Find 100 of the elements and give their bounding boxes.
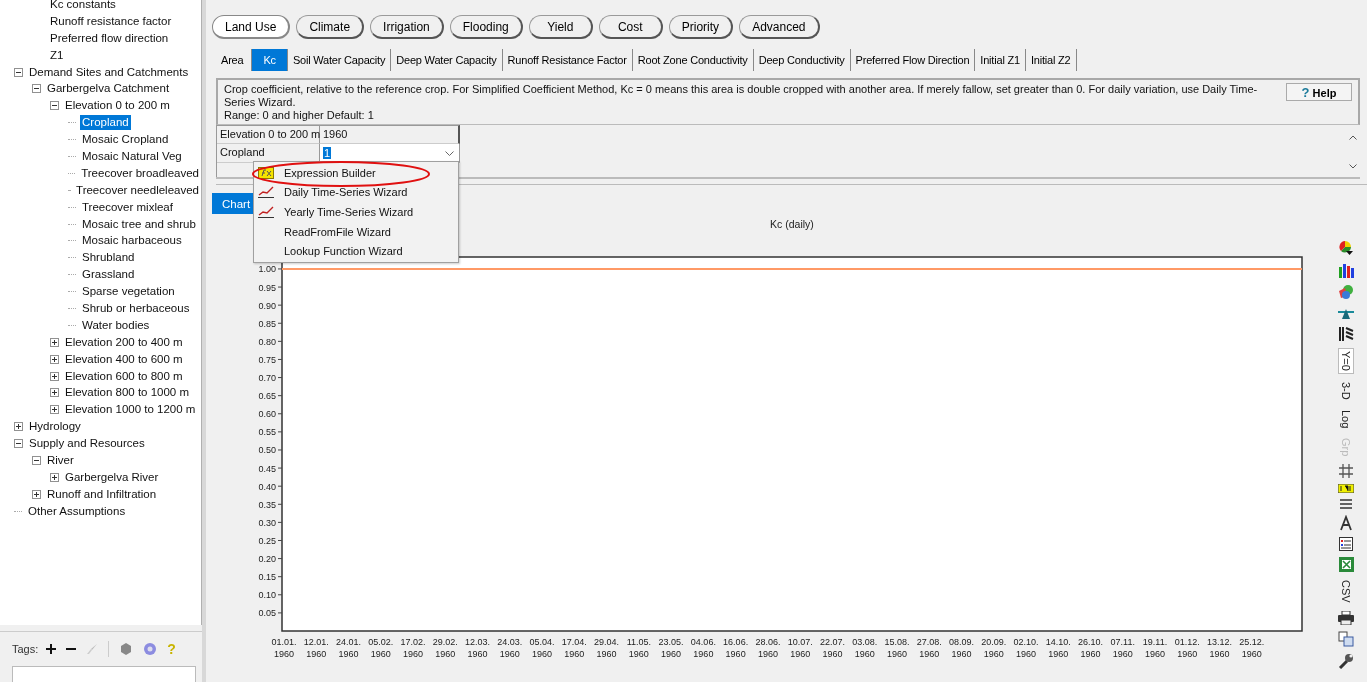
expander-icon[interactable] <box>32 489 41 499</box>
tree-item[interactable]: Runoff and Infiltration <box>45 486 159 502</box>
x-tick-label: 03.08. 1960 <box>852 637 878 659</box>
x-tick-label: 19.11. 1960 <box>1142 637 1168 659</box>
caret-icon[interactable] <box>445 150 454 156</box>
y-tick-label: 0.90 <box>258 300 276 311</box>
variable-tab[interactable]: Kc <box>252 49 288 71</box>
shapes-icon[interactable] <box>1338 284 1354 300</box>
variable-tab[interactable]: Initial Z1 <box>975 49 1026 71</box>
toolbar-toggle[interactable]: Log <box>1339 407 1353 430</box>
pie-chart-icon[interactable] <box>1338 240 1354 256</box>
tree-item[interactable]: Water bodies <box>80 317 152 333</box>
tree-item[interactable]: Mosaic Cropland <box>80 132 171 148</box>
x-tick-label: 05.02. 1960 <box>368 637 394 659</box>
variable-tab[interactable]: Runoff Resistance Factor <box>502 49 633 71</box>
x-tick-label: 01.01. 1960 <box>271 637 297 659</box>
bar-chart-icon[interactable] <box>1338 262 1354 278</box>
cube-icon[interactable] <box>119 642 134 656</box>
expander-icon[interactable] <box>50 354 59 364</box>
tags-field[interactable] <box>12 666 196 682</box>
tree-item[interactable]: Demand Sites and Catchments <box>27 64 191 80</box>
category-tab[interactable]: Climate <box>296 15 365 39</box>
tree-item[interactable]: Elevation 1000 to 1200 m <box>63 402 198 418</box>
menu-item[interactable]: Lookup Function Wizard <box>254 241 458 261</box>
expander-icon[interactable] <box>50 337 59 347</box>
toolbar-toggle[interactable]: Y=0 <box>1338 348 1354 374</box>
category-tab[interactable]: Cost <box>598 15 663 39</box>
tree-item[interactable]: Grassland <box>80 267 137 283</box>
variable-tab[interactable]: Deep Water Capacity <box>391 49 503 71</box>
scroll-up-icon[interactable] <box>1349 135 1357 140</box>
gear-icon[interactable] <box>143 642 158 656</box>
variable-tab[interactable]: Soil Water Capacity <box>287 49 392 71</box>
tree-item[interactable]: Z1 <box>48 47 66 63</box>
font-icon[interactable] <box>1338 515 1354 532</box>
category-tab[interactable]: Land Use <box>212 15 291 39</box>
printer-icon[interactable] <box>1338 610 1354 625</box>
menu-item[interactable]: ReadFromFile Wizard <box>254 221 458 242</box>
variable-tab[interactable]: Initial Z2 <box>1025 49 1077 71</box>
expander-icon[interactable] <box>50 472 59 482</box>
category-tab[interactable]: Advanced <box>739 15 820 39</box>
expander-icon[interactable] <box>50 405 59 415</box>
variable-tab[interactable]: Deep Conductivity <box>753 49 851 71</box>
expander-icon[interactable] <box>32 456 41 465</box>
tree-item[interactable]: Other Assumptions <box>26 503 128 519</box>
tree-item[interactable]: Runoff resistance factor <box>48 13 174 29</box>
expander-icon[interactable] <box>50 371 59 381</box>
category-tab[interactable]: Yield <box>528 15 593 39</box>
toolbar-toggle[interactable]: CSV <box>1339 578 1353 605</box>
tree-item[interactable]: Cropland <box>80 115 131 131</box>
tree-item[interactable]: Treecover broadleaved <box>79 165 201 181</box>
toolbar-toggle[interactable]: 3-D <box>1339 379 1353 402</box>
expander-icon[interactable] <box>50 388 59 398</box>
category-tab[interactable]: Flooding <box>449 15 523 39</box>
tree-item[interactable]: Elevation 200 to 400 m <box>63 334 185 350</box>
tree-item[interactable]: Supply and Resources <box>27 436 147 452</box>
scroll-down-icon[interactable] <box>1349 164 1357 169</box>
tree-item[interactable]: Elevation 400 to 600 m <box>63 351 185 367</box>
expander-icon[interactable] <box>14 67 23 77</box>
tree-item[interactable]: Shrubland <box>80 250 137 266</box>
tree-item[interactable]: Elevation 0 to 200 m <box>63 98 172 114</box>
tree-item[interactable]: Hydrology <box>27 419 83 435</box>
hatch-icon[interactable] <box>1338 326 1354 342</box>
category-tab[interactable]: Irrigation <box>370 15 444 39</box>
expander-icon[interactable] <box>32 84 41 94</box>
plus-icon[interactable] <box>46 644 57 654</box>
legend-icon[interactable] <box>1339 537 1353 552</box>
tree-item[interactable]: Mosaic tree and shrub <box>80 216 198 232</box>
wrench-icon[interactable] <box>1338 652 1354 669</box>
tree-item[interactable]: Shrub or herbaceous <box>80 300 192 316</box>
menu-item[interactable]: Expression Builder <box>254 163 458 183</box>
tree-item[interactable]: River <box>45 453 76 468</box>
tree-item[interactable]: Mosaic Natural Veg <box>80 148 184 164</box>
expander-icon[interactable] <box>14 422 23 432</box>
grid-icon[interactable] <box>1339 464 1353 479</box>
tree-item[interactable]: Elevation 600 to 800 m <box>63 368 185 384</box>
spreadsheet-icon[interactable] <box>1338 557 1354 573</box>
x-tick-label: 24.03. 1960 <box>497 637 523 659</box>
tree-item[interactable]: Sparse vegetation <box>80 284 177 300</box>
tree-item[interactable]: Treecover needleleaved <box>74 182 201 198</box>
x-tick-label: 14.10. 1960 <box>1045 637 1071 659</box>
lines-icon[interactable] <box>1340 499 1352 510</box>
help-button[interactable]: ? Help <box>1286 83 1352 101</box>
tree-item[interactable]: Preferred flow direction <box>48 30 171 46</box>
x-tick-label: 25.12. 1960 <box>1239 637 1265 659</box>
tree-item[interactable]: Kc constants <box>48 0 118 12</box>
value-labels-icon[interactable] <box>1338 484 1354 494</box>
variable-tab[interactable]: Preferred Flow Direction <box>850 49 976 71</box>
variable-tab[interactable]: Root Zone Conductivity <box>632 49 754 71</box>
expander-icon[interactable] <box>14 439 23 449</box>
y-tick-label: 0.60 <box>258 409 276 420</box>
tree-item[interactable]: Garbergelva River <box>63 469 161 485</box>
tree-item[interactable]: Garbergelva Catchment <box>45 81 172 97</box>
minus-icon[interactable] <box>66 647 77 651</box>
category-tab[interactable]: Priority <box>668 15 734 39</box>
tree-item[interactable]: Treecover mixleaf <box>80 199 175 215</box>
y-tick-label: 0.10 <box>258 590 276 601</box>
tree-item[interactable]: Elevation 800 to 1000 m <box>63 385 192 401</box>
copy-icon[interactable] <box>1338 630 1354 647</box>
tree-item[interactable]: Mosaic harbaceous <box>80 233 184 249</box>
expander-icon[interactable] <box>50 101 59 111</box>
